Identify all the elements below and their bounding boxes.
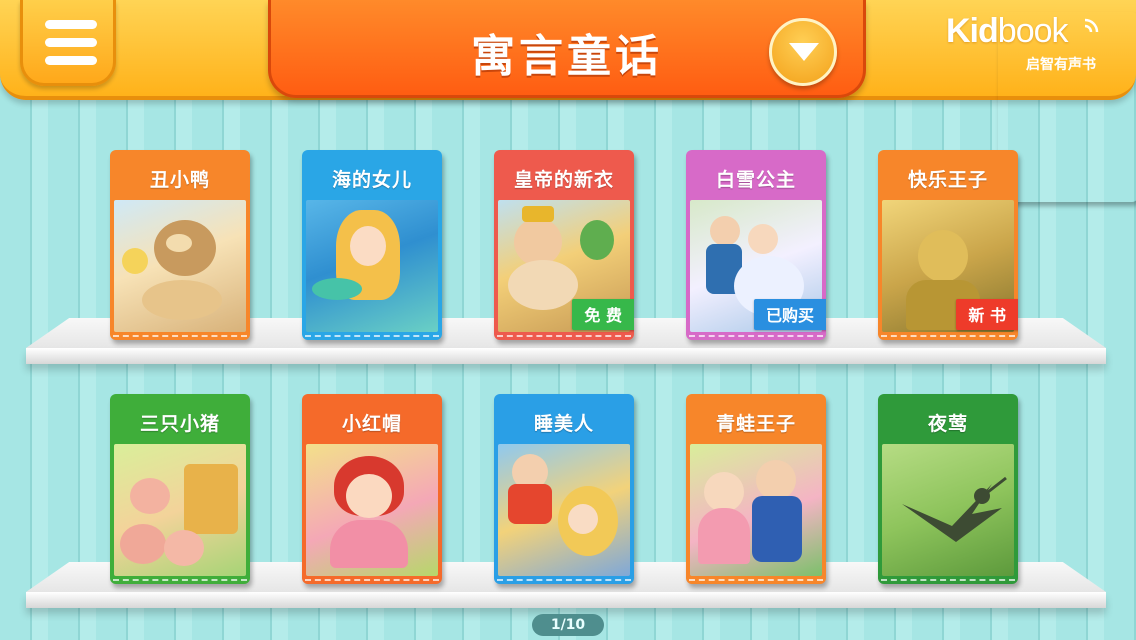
book-cover-art bbox=[114, 200, 246, 332]
book-happy-prince[interactable]: 快乐王子 新 书 bbox=[878, 150, 1018, 340]
book-snow-white[interactable]: 白雪公主 已购买 bbox=[686, 150, 826, 340]
book-title: 睡美人 bbox=[533, 412, 594, 435]
menu-icon-line bbox=[45, 56, 97, 65]
book-cover-art bbox=[306, 444, 438, 576]
book-nightingale[interactable]: 夜莺 bbox=[878, 394, 1018, 584]
book-title: 小红帽 bbox=[341, 412, 402, 435]
category-dropdown-button[interactable] bbox=[769, 18, 837, 86]
book-title-band: 青蛙王子 bbox=[686, 400, 826, 444]
book-title-band: 海的女儿 bbox=[302, 156, 442, 200]
logo-subtitle: 启智有声书 bbox=[1026, 57, 1096, 73]
menu-icon-line bbox=[45, 38, 97, 47]
book-three-little-pigs[interactable]: 三只小猪 bbox=[110, 394, 250, 584]
book-title: 夜莺 bbox=[927, 412, 968, 435]
book-cover-art bbox=[882, 444, 1014, 576]
book-title: 皇帝的新衣 bbox=[513, 168, 614, 191]
menu-button[interactable] bbox=[20, 0, 116, 86]
signal-icon bbox=[1084, 18, 1099, 33]
chevron-down-icon bbox=[789, 43, 819, 61]
category-title-tab[interactable]: 寓言童话 bbox=[268, 0, 866, 98]
book-title: 白雪公主 bbox=[715, 168, 796, 191]
book-title-band: 睡美人 bbox=[494, 400, 634, 444]
book-title-band: 夜莺 bbox=[878, 400, 1018, 444]
book-cover-art bbox=[306, 200, 438, 332]
book-cover-art bbox=[690, 444, 822, 576]
book-title: 青蛙王子 bbox=[715, 412, 796, 435]
book-frog-prince[interactable]: 青蛙王子 bbox=[686, 394, 826, 584]
logo-wordmark: Kid book bbox=[946, 12, 1069, 51]
book-cover-art bbox=[114, 444, 246, 576]
book-title-band: 丑小鸭 bbox=[110, 156, 250, 200]
book-title: 快乐王子 bbox=[907, 168, 988, 191]
book-title-band: 白雪公主 bbox=[686, 156, 826, 200]
book-title: 海的女儿 bbox=[331, 168, 412, 191]
book-cover-art bbox=[498, 444, 630, 576]
book-emperors-new-clothes[interactable]: 皇帝的新衣 免 费 bbox=[494, 150, 634, 340]
menu-icon-line bbox=[45, 20, 97, 29]
book-ugly-duckling[interactable]: 丑小鸭 bbox=[110, 150, 250, 340]
book-title: 丑小鸭 bbox=[149, 168, 210, 191]
book-title-band: 小红帽 bbox=[302, 400, 442, 444]
status-badge-free: 免 费 bbox=[572, 299, 634, 330]
book-little-red-riding-hood[interactable]: 小红帽 bbox=[302, 394, 442, 584]
book-title-band: 三只小猪 bbox=[110, 400, 250, 444]
page-indicator: 1/10 bbox=[532, 614, 604, 636]
status-badge-new: 新 书 bbox=[956, 299, 1018, 330]
book-title-band: 快乐王子 bbox=[878, 156, 1018, 200]
book-title-band: 皇帝的新衣 bbox=[494, 156, 634, 200]
status-badge-purchased: 已购买 bbox=[753, 299, 826, 330]
book-sleeping-beauty[interactable]: 睡美人 bbox=[494, 394, 634, 584]
book-title: 三只小猪 bbox=[139, 412, 220, 435]
kidbook-logo: Kid book 启智有声书 bbox=[946, 12, 1106, 76]
book-little-mermaid[interactable]: 海的女儿 bbox=[302, 150, 442, 340]
